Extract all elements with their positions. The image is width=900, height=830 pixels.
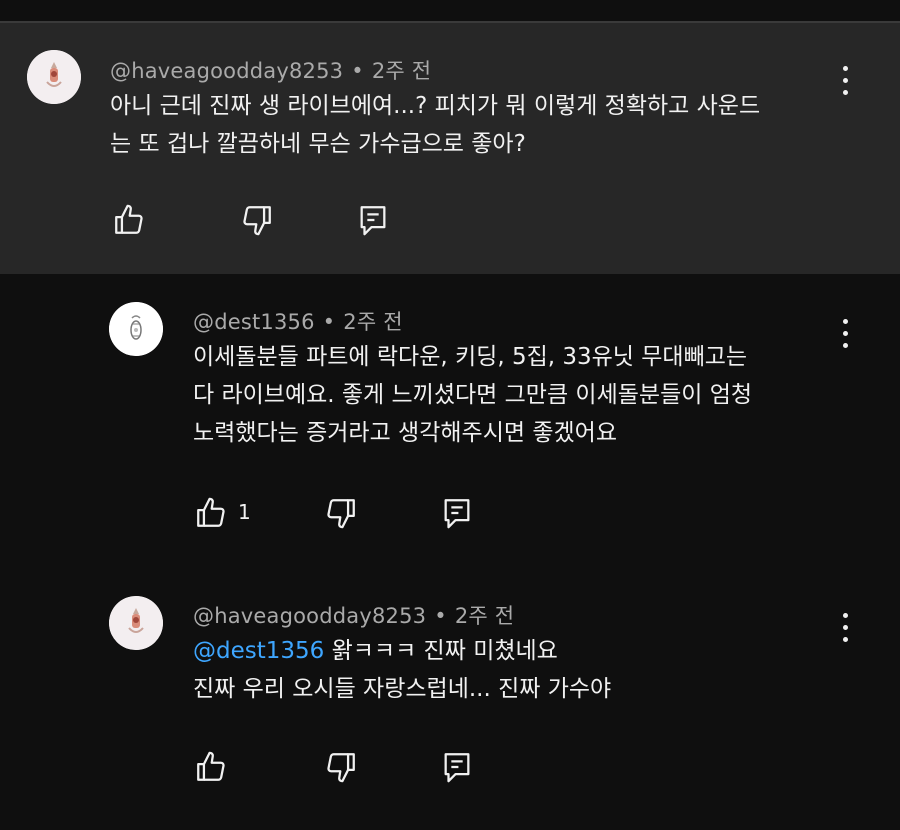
comment-line: 는 또 겁나 깔끔하네 무슨 가수급으로 좋아? <box>110 131 526 157</box>
thumbs-up-icon[interactable] <box>108 199 148 239</box>
thumbs-down-icon[interactable] <box>320 492 360 532</box>
reply-comment-icon[interactable] <box>436 746 476 786</box>
comment-text: @dest1356 왉ㅋㅋㅋ 진짜 미쳤네요 진짜 우리 오시들 자랑스럽네..… <box>193 632 611 708</box>
thumbs-down-icon[interactable] <box>320 746 360 786</box>
more-vert-icon[interactable] <box>836 610 856 650</box>
comment-meta: @haveagoodday8253 • 2주 전 <box>110 55 431 85</box>
thumbs-up-icon[interactable] <box>190 746 230 786</box>
comment-line: 다 라이브예요. 좋게 느끼셨다면 그만큼 이세돌분들이 엄청 <box>193 382 753 408</box>
comment-reply: @haveagoodday8253 • 2주 전 @dest1356 왉ㅋㅋㅋ 진짜… <box>0 546 900 830</box>
separator-dot: • <box>434 604 447 628</box>
reply-comment-icon[interactable] <box>436 492 476 532</box>
reply-comment-icon[interactable] <box>352 199 392 239</box>
timestamp[interactable]: 2주 전 <box>343 310 402 334</box>
comment-line-text: 왉ㅋㅋㅋ 진짜 미쳤네요 <box>324 638 558 664</box>
avatar[interactable] <box>109 302 163 356</box>
mention-link[interactable]: @dest1356 <box>193 638 324 664</box>
more-vert-icon[interactable] <box>836 316 856 356</box>
comment-line: 이세돌분들 파트에 락다운, 키딩, 5집, 33유닛 무대빼고는 <box>193 344 748 370</box>
timestamp[interactable]: 2주 전 <box>372 59 431 83</box>
avatar[interactable] <box>109 596 163 650</box>
top-bar <box>0 0 900 21</box>
comment-actions <box>190 746 490 786</box>
separator-dot: • <box>351 59 364 83</box>
comment-actions: 1 <box>190 492 490 532</box>
author-name[interactable]: @dest1356 <box>193 310 315 334</box>
comment-reply: @dest1356 • 2주 전 이세돌분들 파트에 락다운, 키딩, 5집, 33… <box>0 274 900 546</box>
thumbs-down-icon[interactable] <box>236 199 276 239</box>
comment-meta: @haveagoodday8253 • 2주 전 <box>193 600 514 630</box>
like-count: 1 <box>238 500 251 524</box>
comment-text: 아니 근데 진짜 생 라이브에여...? 피치가 뭐 이렇게 정확하고 사운드 … <box>110 87 760 163</box>
comment-actions <box>108 199 408 239</box>
separator-dot: • <box>322 310 336 334</box>
comment-line: 노력했다는 증거라고 생각해주시면 좋겠어요 <box>193 420 617 446</box>
comment-line: 진짜 우리 오시들 자랑스럽네... 진짜 가수야 <box>193 676 612 702</box>
comment-line: 아니 근데 진짜 생 라이브에여...? 피치가 뭐 이렇게 정확하고 사운드 <box>110 93 761 119</box>
thumbs-up-icon[interactable] <box>190 492 230 532</box>
timestamp[interactable]: 2주 전 <box>455 604 514 628</box>
comment-highlighted: @haveagoodday8253 • 2주 전 아니 근데 진짜 생 라이브에여.… <box>0 23 900 274</box>
more-vert-icon[interactable] <box>836 63 856 103</box>
comment-line: @dest1356 왉ㅋㅋㅋ 진짜 미쳤네요 <box>193 632 611 670</box>
avatar[interactable] <box>27 50 81 104</box>
author-name[interactable]: @haveagoodday8253 <box>110 59 343 83</box>
comment-text: 이세돌분들 파트에 락다운, 키딩, 5집, 33유닛 무대빼고는 다 라이브예… <box>193 338 752 452</box>
author-name[interactable]: @haveagoodday8253 <box>193 604 426 628</box>
comment-meta: @dest1356 • 2주 전 <box>193 306 403 336</box>
